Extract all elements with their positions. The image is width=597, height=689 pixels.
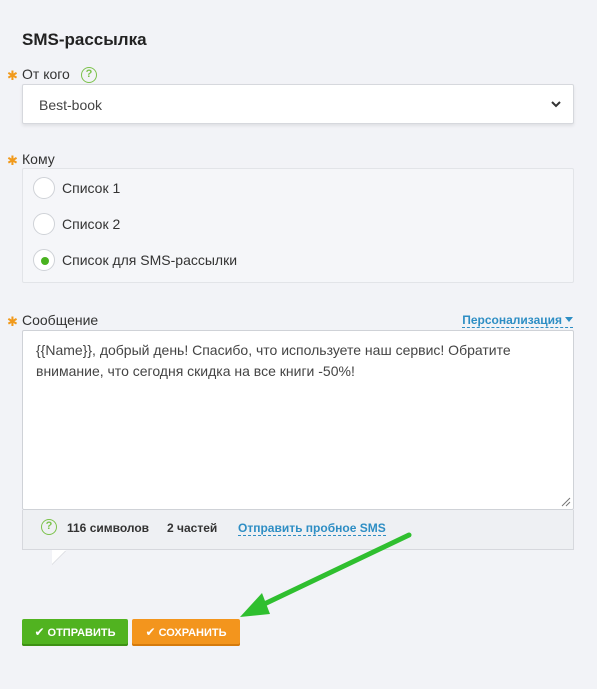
from-label: От кого: [22, 66, 70, 82]
help-icon[interactable]: ?: [81, 67, 97, 83]
save-button[interactable]: ✔ СОХРАНИТЬ: [132, 619, 240, 646]
to-label: Кому: [22, 151, 55, 167]
send-test-sms-link[interactable]: Отправить пробное SMS: [238, 521, 386, 536]
personalization-dropdown[interactable]: Персонализация: [462, 313, 573, 328]
radio-button-selected[interactable]: [33, 249, 55, 271]
page-title: SMS-рассылка: [22, 30, 147, 49]
recipient-list-group: Список 1 Список 2 Список для SMS-рассылк…: [22, 168, 574, 283]
radio-button[interactable]: [33, 213, 55, 235]
sms-campaign-panel: SMS-рассылка ✱ От кого ? Best-book ✱ Ком…: [0, 0, 597, 689]
sender-select[interactable]: Best-book: [22, 84, 574, 124]
radio-selected-dot: [41, 257, 49, 265]
message-text: {{Name}}, добрый день! Спасибо, что испо…: [36, 342, 511, 379]
message-label: Сообщение: [22, 312, 99, 328]
caret-down-icon: [565, 317, 573, 322]
required-mark: ✱: [7, 153, 18, 168]
sender-select-value: Best-book: [39, 97, 103, 113]
required-mark: ✱: [7, 314, 18, 329]
chevron-down-icon: [551, 101, 561, 108]
personalization-label: Персонализация: [462, 313, 562, 327]
save-button-label: СОХРАНИТЬ: [158, 627, 227, 639]
required-mark: ✱: [7, 68, 18, 83]
parts-count: 2 частей: [167, 521, 218, 535]
radio-button[interactable]: [33, 177, 55, 199]
send-button[interactable]: ✔ ОТПРАВИТЬ: [22, 619, 128, 646]
help-icon[interactable]: ?: [41, 519, 57, 535]
radio-label: Список 2: [62, 216, 121, 232]
tooltip-tail: [52, 550, 66, 564]
check-icon: ✔: [34, 625, 45, 639]
check-icon: ✔: [145, 625, 156, 639]
message-stats-bar: ? 116 символов 2 частей Отправить пробно…: [22, 510, 574, 550]
message-textarea[interactable]: {{Name}}, добрый день! Спасибо, что испо…: [22, 330, 574, 510]
char-count: 116 символов: [67, 521, 150, 535]
radio-label: Список для SMS-рассылки: [62, 252, 238, 268]
send-button-label: ОТПРАВИТЬ: [47, 627, 116, 639]
radio-label: Список 1: [62, 180, 121, 196]
resize-handle-icon[interactable]: [561, 497, 571, 507]
